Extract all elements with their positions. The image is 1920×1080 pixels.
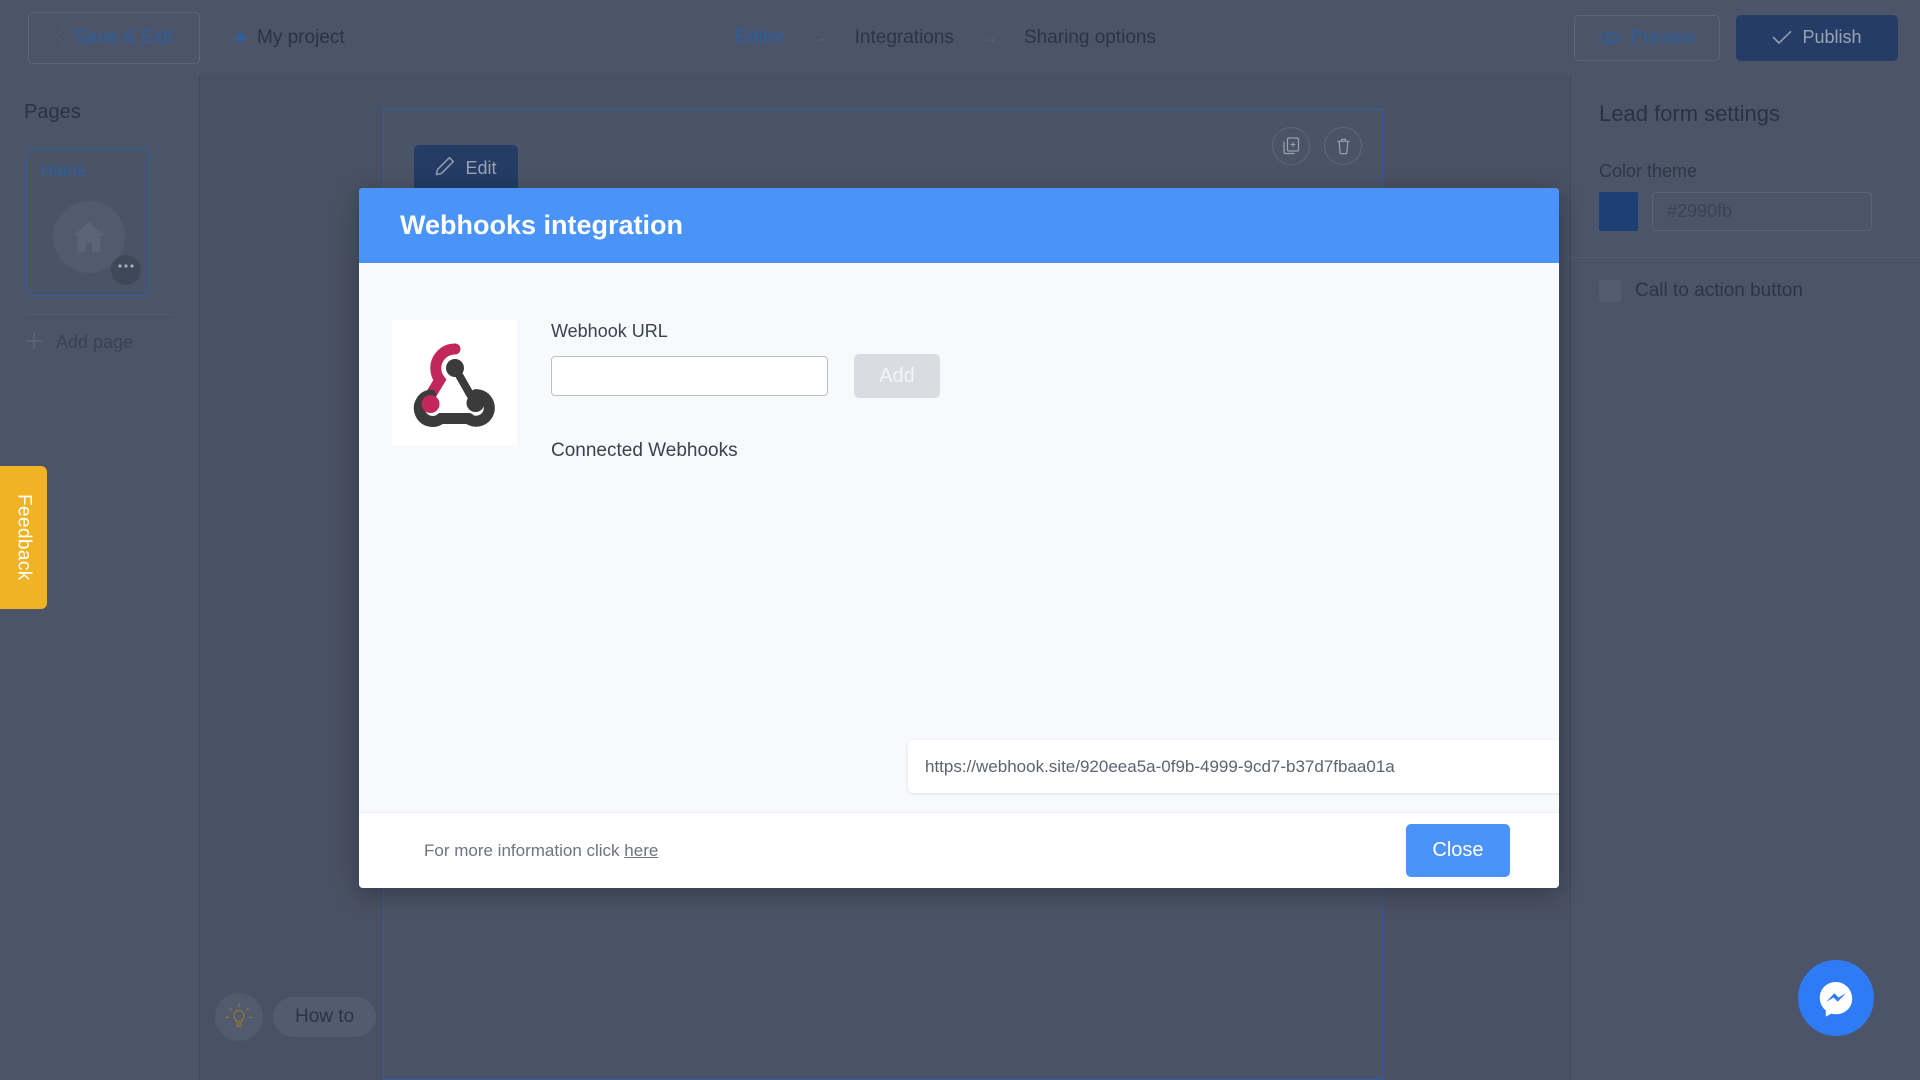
project-status-dot: [236, 33, 245, 42]
pages-panel-title: Pages: [24, 101, 81, 123]
call-to-action-toggle-row[interactable]: Call to action button: [1599, 280, 1920, 302]
webhook-url-text: https://webhook.site/920eea5a-0f9b-4999-…: [925, 756, 1395, 776]
preview-label: Preview: [1630, 27, 1696, 47]
webhook-url-row: Add: [551, 354, 940, 398]
preview-button[interactable]: Preview: [1574, 14, 1720, 61]
page-card-menu-button[interactable]: [111, 255, 141, 285]
breadcrumb-arrow-icon: →: [979, 27, 998, 47]
how-to-label: How to: [295, 1006, 355, 1027]
more-information-note: For more information click here: [424, 841, 658, 861]
call-to-action-label: Call to action button: [1635, 280, 1803, 301]
add-webhook-button[interactable]: Add: [854, 354, 940, 398]
modal-footer: For more information click here Close: [359, 812, 1559, 888]
canvas-block-tools: [1272, 127, 1362, 165]
modal-body: Webhook URL Add Connected Webhooks https…: [359, 263, 1559, 812]
connected-webhooks-list: https://webhook.site/920eea5a-0f9b-4999-…: [908, 740, 1559, 793]
webhooks-logo-icon: [392, 320, 517, 445]
edit-label: Edit: [465, 157, 497, 178]
page-card-label: Home: [41, 161, 87, 180]
trash-icon[interactable]: [1324, 127, 1362, 165]
edit-button[interactable]: Edit: [414, 145, 518, 191]
webhooks-integration-modal: Webhooks integration Webhook URL Add Con…: [359, 188, 1559, 888]
save-and-exit-label: Save & Exit: [74, 26, 173, 48]
modal-title: Webhooks integration: [400, 210, 684, 240]
pencil-icon: [435, 156, 455, 181]
page-card-home[interactable]: Home: [26, 148, 150, 296]
pages-divider: [26, 314, 173, 315]
breadcrumb: Editor → Integrations → Sharing options: [735, 0, 1156, 75]
check-icon: [1772, 30, 1792, 45]
more-information-text: For more information click: [424, 840, 625, 860]
add-page-button[interactable]: Add page: [24, 329, 199, 355]
color-hex-field[interactable]: #2990fb: [1652, 192, 1872, 231]
publish-button[interactable]: Publish: [1736, 14, 1898, 61]
color-theme-row: #2990fb: [1599, 192, 1920, 231]
chevron-left-icon: [55, 27, 66, 49]
webhook-url-label: Webhook URL: [551, 321, 668, 341]
plus-icon: [24, 329, 44, 355]
top-bar-actions: Preview Publish: [1574, 0, 1898, 75]
messenger-chat-button[interactable]: [1798, 960, 1874, 1036]
add-page-label: Add page: [56, 331, 134, 352]
color-swatch[interactable]: [1599, 192, 1638, 231]
project-name-label: My project: [257, 26, 345, 48]
duplicate-icon[interactable]: [1272, 127, 1310, 165]
how-to-widget[interactable]: How to: [215, 993, 377, 1041]
how-to-button[interactable]: How to: [273, 997, 377, 1037]
publish-label: Publish: [1802, 27, 1862, 47]
lead-form-settings-title: Lead form settings: [1599, 101, 1780, 126]
feedback-label: Feedback: [13, 494, 35, 581]
webhook-url-form: Webhook URL Add Connected Webhooks: [551, 321, 940, 462]
messenger-icon: [1819, 982, 1853, 1017]
modal-header: Webhooks integration: [359, 188, 1559, 263]
more-information-link[interactable]: here: [624, 841, 658, 860]
lightbulb-icon: [215, 993, 263, 1041]
lead-form-settings-sidebar: Lead form settings Color theme #2990fb C…: [1570, 75, 1920, 1080]
breadcrumb-item-integrations[interactable]: Integrations: [855, 27, 954, 49]
breadcrumb-arrow-icon: →: [810, 27, 829, 47]
breadcrumb-item-editor[interactable]: Editor: [735, 27, 785, 49]
project-name-display[interactable]: My project: [236, 27, 345, 49]
connected-webhooks-title: Connected Webhooks: [551, 440, 738, 461]
right-panel-divider: [1571, 257, 1920, 258]
app-root: Save & Exit My project Editor → Integrat…: [0, 0, 1920, 1080]
webhook-url-input[interactable]: [551, 356, 828, 396]
eye-icon: [1599, 31, 1621, 45]
feedback-tab[interactable]: Feedback: [0, 466, 47, 609]
close-button[interactable]: Close: [1406, 824, 1510, 877]
webhook-list-item[interactable]: https://webhook.site/920eea5a-0f9b-4999-…: [908, 740, 1559, 793]
save-and-exit-button[interactable]: Save & Exit: [28, 11, 200, 64]
color-theme-label: Color theme: [1599, 161, 1698, 181]
call-to-action-checkbox[interactable]: [1599, 280, 1621, 302]
breadcrumb-item-sharing-options[interactable]: Sharing options: [1024, 27, 1156, 49]
top-bar: Save & Exit My project Editor → Integrat…: [0, 0, 1920, 75]
